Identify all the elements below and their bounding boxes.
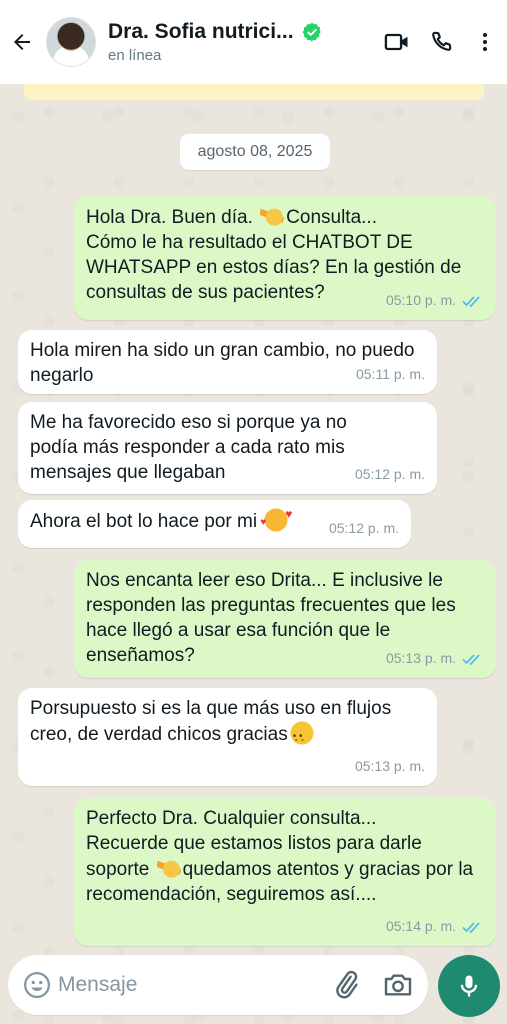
composer-bar (0, 940, 507, 1024)
verified-badge-icon (302, 22, 322, 42)
message-meta: 05:12 p. m. (329, 516, 399, 541)
pleading-face-emoji-icon (289, 721, 314, 749)
double-check-icon (462, 294, 484, 308)
message-incoming[interactable]: Porsupuesto si es la que más uso en fluj… (18, 688, 437, 786)
video-call-icon (384, 33, 408, 51)
video-call-button[interactable] (375, 0, 419, 84)
double-check-icon (462, 920, 484, 934)
date-separator: agosto 08, 2025 (180, 134, 330, 170)
message-meta: 05:14 p. m. (386, 914, 484, 939)
contact-name: Dra. Sofia nutrici... (108, 20, 294, 43)
message-time: 05:13 p. m. (354, 758, 425, 774)
chat-header: Dra. Sofia nutrici... en línea (0, 0, 507, 84)
message-incoming[interactable]: Me ha favorecido eso si porque ya no pod… (18, 402, 437, 494)
mic-icon (460, 975, 478, 997)
message-incoming[interactable]: Hola miren ha sido un gran cambio, no pu… (18, 330, 437, 394)
message-text: Perfecto Dra. Cualquier consulta... Recu… (86, 808, 474, 905)
more-options-button[interactable] (463, 0, 507, 84)
message-time: 05:10 p. m. (385, 292, 456, 308)
message-time: 05:11 p. m. (355, 366, 425, 382)
message-time: 05:13 p. m. (385, 650, 456, 666)
message-meta: 05:10 p. m. (386, 288, 484, 313)
emoji-button[interactable] (22, 970, 52, 1000)
contact-info[interactable]: Dra. Sofia nutrici... en línea (108, 20, 375, 64)
message-meta: 05:13 p. m. (386, 646, 484, 671)
message-text: Porsupuesto si es la que más uso en fluj… (30, 696, 425, 749)
attach-icon (336, 970, 358, 999)
avatar[interactable] (46, 17, 96, 67)
online-status: en línea (108, 47, 162, 64)
double-check-icon (462, 652, 484, 666)
message-meta: 05:11 p. m. (356, 362, 425, 387)
message-meta: 05:12 p. m. (355, 462, 425, 487)
smiling-hearts-emoji-icon (260, 502, 292, 535)
voice-message-button[interactable] (438, 955, 500, 1017)
message-outgoing[interactable]: Perfecto Dra. Cualquier consulta... Recu… (74, 798, 496, 946)
message-input[interactable] (58, 967, 318, 1003)
more-options-icon (483, 33, 487, 51)
message-outgoing[interactable]: Hola Dra. Buen día. Consulta... Cómo le … (74, 196, 496, 320)
message-composer (8, 955, 428, 1015)
message-meta: 05:13 p. m. (355, 754, 425, 779)
backhand-pointing-emoji-icon (260, 204, 285, 228)
camera-button[interactable] (382, 969, 414, 1001)
message-time: 05:12 p. m. (354, 466, 425, 482)
message-time: 05:14 p. m. (385, 918, 456, 934)
emoji-icon (24, 972, 50, 998)
back-button[interactable] (2, 0, 42, 84)
voice-call-button[interactable] (419, 0, 463, 84)
attach-button[interactable] (330, 969, 362, 1001)
message-outgoing[interactable]: Nos encanta leer eso Drita... E inclusiv… (74, 560, 496, 678)
camera-icon (384, 974, 412, 996)
message-list[interactable]: información. agosto 08, 2025 Hola Dra. B… (0, 74, 507, 946)
back-arrow-icon (14, 34, 30, 50)
backhand-pointing-emoji-icon (156, 856, 181, 880)
message-time: 05:12 p. m. (328, 520, 399, 536)
message-incoming[interactable]: Ahora el bot lo hace por mi 05:12 p. m. (18, 500, 411, 548)
phone-icon (432, 31, 452, 51)
